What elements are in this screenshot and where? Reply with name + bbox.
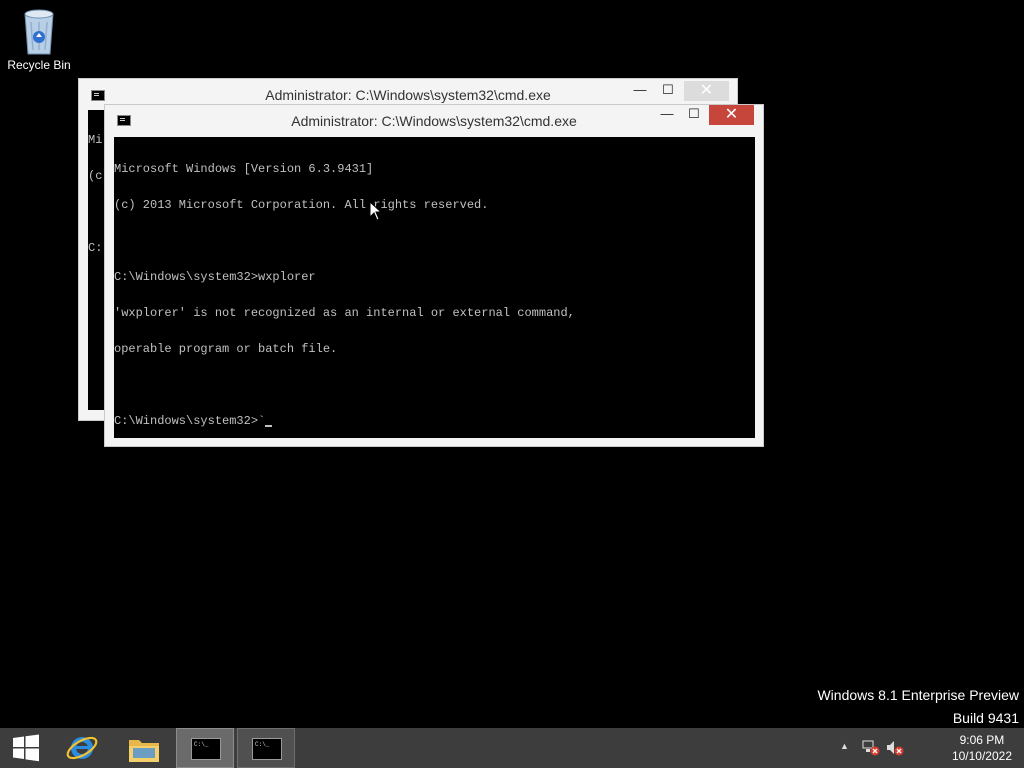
cmd-icon: C:\_	[191, 738, 221, 760]
minimize-button[interactable]: —	[654, 105, 680, 125]
show-hidden-icons-button[interactable]: ▲	[840, 741, 849, 751]
console-prompt: C:\Windows\system32>`	[114, 414, 266, 428]
os-watermark: Windows 8.1 Enterprise Preview Build 943…	[817, 684, 1019, 730]
close-button[interactable]: ✕	[709, 105, 754, 125]
taskbar-file-explorer[interactable]	[116, 728, 174, 768]
console-line: (c) 2013 Microsoft Corporation. All righ…	[114, 198, 489, 212]
console-line: C:\Windows\system32>wxplorer	[114, 270, 316, 284]
back-maximize-button[interactable]: ☐	[655, 81, 681, 101]
text-cursor	[265, 425, 273, 427]
taskbar: C:\_ C:\_ ▲ 9:06 PM 10/10/2022	[0, 728, 1024, 768]
taskbar-cmd-1[interactable]: C:\_	[176, 728, 234, 768]
cmd-window-front[interactable]: Administrator: C:\Windows\system32\cmd.e…	[104, 104, 764, 447]
start-button[interactable]	[0, 728, 58, 768]
cmd-icon: C:\_	[252, 738, 282, 760]
console-line: Microsoft Windows [Version 6.3.9431]	[114, 162, 374, 176]
recycle-bin-label: Recycle Bin	[7, 58, 71, 72]
system-tray: ▲	[836, 728, 916, 768]
volume-muted-icon[interactable]	[886, 740, 904, 756]
watermark-build: Build 9431	[952, 710, 1019, 726]
network-error-icon[interactable]	[862, 740, 880, 756]
taskbar-internet-explorer[interactable]	[55, 728, 113, 768]
front-window-titlebar[interactable]: Administrator: C:\Windows\system32\cmd.e…	[105, 105, 763, 137]
clock-time: 9:06 PM	[959, 733, 1005, 747]
clock-date: 10/10/2022	[951, 749, 1012, 763]
windows-logo-icon	[13, 734, 39, 762]
mouse-pointer-icon	[369, 201, 382, 221]
recycle-bin-desktop-icon[interactable]: Recycle Bin	[4, 6, 74, 72]
internet-explorer-icon	[66, 736, 98, 760]
watermark-edition: Windows 8.1 Enterprise Preview	[817, 687, 1019, 703]
console-line: operable program or batch file.	[114, 342, 338, 356]
recycle-bin-icon	[24, 9, 54, 55]
maximize-button[interactable]: ☐	[681, 105, 707, 125]
console-line: 'wxplorer' is not recognized as an inter…	[114, 306, 575, 320]
back-minimize-button[interactable]: —	[627, 81, 653, 101]
back-close-button[interactable]: ✕	[684, 81, 729, 101]
taskbar-clock[interactable]: 9:06 PM 10/10/2022	[952, 732, 1012, 764]
console-prompt-line[interactable]: C:\Windows\system32>`	[114, 415, 755, 427]
taskbar-cmd-2[interactable]: C:\_	[237, 728, 295, 768]
console-output[interactable]: Microsoft Windows [Version 6.3.9431] (c)…	[114, 137, 755, 438]
back-window-titlebar[interactable]: Administrator: C:\Windows\system32\cmd.e…	[79, 79, 737, 107]
folder-icon	[129, 740, 159, 762]
